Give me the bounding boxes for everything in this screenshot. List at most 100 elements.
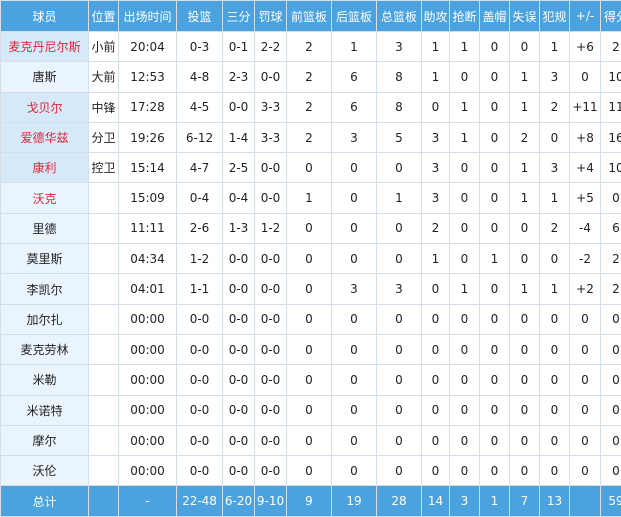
- stat-cell: 0: [450, 304, 480, 334]
- player-name[interactable]: 沃克: [1, 183, 89, 213]
- stat-cell: 0: [377, 456, 422, 486]
- stat-cell: 4-7: [177, 153, 223, 183]
- stat-cell: 0: [287, 395, 332, 425]
- column-header[interactable]: 抢断: [450, 1, 480, 32]
- stat-cell: 6: [601, 213, 621, 243]
- stat-cell: +4: [570, 153, 601, 183]
- column-header[interactable]: 位置: [89, 1, 119, 32]
- stat-cell: 0: [570, 334, 601, 364]
- stat-cell: 0: [377, 304, 422, 334]
- column-header[interactable]: 投篮: [177, 1, 223, 32]
- stat-cell: 0: [480, 213, 510, 243]
- stat-cell: 0-0: [255, 425, 287, 455]
- stat-cell: 0: [570, 456, 601, 486]
- stat-cell: 1: [510, 62, 540, 92]
- stat-cell: 2: [287, 122, 332, 152]
- stat-cell: 0: [480, 122, 510, 152]
- stat-cell: +5: [570, 183, 601, 213]
- stat-cell: 0: [601, 334, 621, 364]
- column-header[interactable]: 罚球: [255, 1, 287, 32]
- stat-cell: 0: [422, 274, 450, 304]
- player-name[interactable]: 康利: [1, 153, 89, 183]
- stat-cell: 0: [540, 395, 570, 425]
- player-name[interactable]: 莫里斯: [1, 244, 89, 274]
- stat-cell: -2: [570, 244, 601, 274]
- column-header[interactable]: 三分: [223, 1, 255, 32]
- player-name[interactable]: 麦克丹尼尔斯: [1, 32, 89, 62]
- player-name[interactable]: 唐斯: [1, 62, 89, 92]
- stat-cell: 0: [540, 425, 570, 455]
- column-header[interactable]: 前篮板: [287, 1, 332, 32]
- header-row: 球员位置出场时间投篮三分罚球前篮板后篮板总篮板助攻抢断盖帽失误犯规+/-得分: [1, 1, 621, 32]
- total-cell: 14: [422, 486, 450, 517]
- player-name[interactable]: 里德: [1, 213, 89, 243]
- player-name[interactable]: 摩尔: [1, 425, 89, 455]
- player-name[interactable]: 麦克劳林: [1, 334, 89, 364]
- stat-cell: 2-6: [177, 213, 223, 243]
- stat-cell: 15:09: [119, 183, 177, 213]
- stat-cell: 0: [510, 304, 540, 334]
- column-header[interactable]: 失误: [510, 1, 540, 32]
- stat-cell: 0-0: [223, 274, 255, 304]
- player-row: 莫里斯04:341-20-00-000010100-22: [1, 244, 621, 274]
- column-header[interactable]: 出场时间: [119, 1, 177, 32]
- stat-cell: 15:14: [119, 153, 177, 183]
- stat-cell: [89, 395, 119, 425]
- stat-cell: 00:00: [119, 365, 177, 395]
- stat-cell: 0: [332, 153, 377, 183]
- stat-cell: 0: [480, 456, 510, 486]
- stat-cell: 1: [510, 153, 540, 183]
- stat-cell: 0: [450, 456, 480, 486]
- stat-cell: 00:00: [119, 304, 177, 334]
- player-name[interactable]: 沃伦: [1, 456, 89, 486]
- player-name[interactable]: 米诺特: [1, 395, 89, 425]
- stat-cell: 0: [332, 183, 377, 213]
- stat-cell: 16: [601, 122, 621, 152]
- player-name[interactable]: 米勒: [1, 365, 89, 395]
- column-header[interactable]: 后篮板: [332, 1, 377, 32]
- player-name[interactable]: 爱德华兹: [1, 122, 89, 152]
- stat-cell: 0: [332, 304, 377, 334]
- stat-cell: 3-3: [255, 122, 287, 152]
- stat-cell: 0: [332, 213, 377, 243]
- totals-label: 总计: [1, 486, 89, 517]
- column-header[interactable]: 总篮板: [377, 1, 422, 32]
- stat-cell: 2: [422, 213, 450, 243]
- stat-cell: 10: [601, 62, 621, 92]
- stat-cell: 3: [422, 183, 450, 213]
- stat-cell: 1: [422, 244, 450, 274]
- stat-cell: 0-0: [177, 395, 223, 425]
- player-row: 唐斯大前12:534-82-30-026810013010: [1, 62, 621, 92]
- stat-cell: 0-0: [255, 334, 287, 364]
- stat-cell: 00:00: [119, 425, 177, 455]
- total-cell: 3: [450, 486, 480, 517]
- player-name[interactable]: 戈贝尔: [1, 92, 89, 122]
- stat-cell: 1: [510, 274, 540, 304]
- column-header[interactable]: 球员: [1, 1, 89, 32]
- player-name[interactable]: 加尔扎: [1, 304, 89, 334]
- stat-cell: 0: [540, 304, 570, 334]
- total-cell: 59: [601, 486, 621, 517]
- player-row: 麦克劳林00:000-00-00-00000000000: [1, 334, 621, 364]
- column-header[interactable]: 得分: [601, 1, 621, 32]
- stat-cell: 00:00: [119, 334, 177, 364]
- column-header[interactable]: +/-: [570, 1, 601, 32]
- player-name[interactable]: 李凯尔: [1, 274, 89, 304]
- column-header[interactable]: 犯规: [540, 1, 570, 32]
- player-row: 米诺特00:000-00-00-00000000000: [1, 395, 621, 425]
- stat-cell: 0: [287, 456, 332, 486]
- player-row: 沃克15:090-40-40-010130011+50: [1, 183, 621, 213]
- stat-cell: 1: [450, 122, 480, 152]
- stat-cell: 2: [601, 244, 621, 274]
- stat-cell: 0-4: [223, 183, 255, 213]
- column-header[interactable]: 盖帽: [480, 1, 510, 32]
- stat-cell: -4: [570, 213, 601, 243]
- stat-cell: 2: [510, 122, 540, 152]
- stat-cell: [89, 183, 119, 213]
- stat-cell: 0: [377, 425, 422, 455]
- column-header[interactable]: 助攻: [422, 1, 450, 32]
- stat-cell: 控卫: [89, 153, 119, 183]
- total-cell: 22-48: [177, 486, 223, 517]
- stat-cell: 0: [601, 365, 621, 395]
- stat-cell: 0-0: [223, 304, 255, 334]
